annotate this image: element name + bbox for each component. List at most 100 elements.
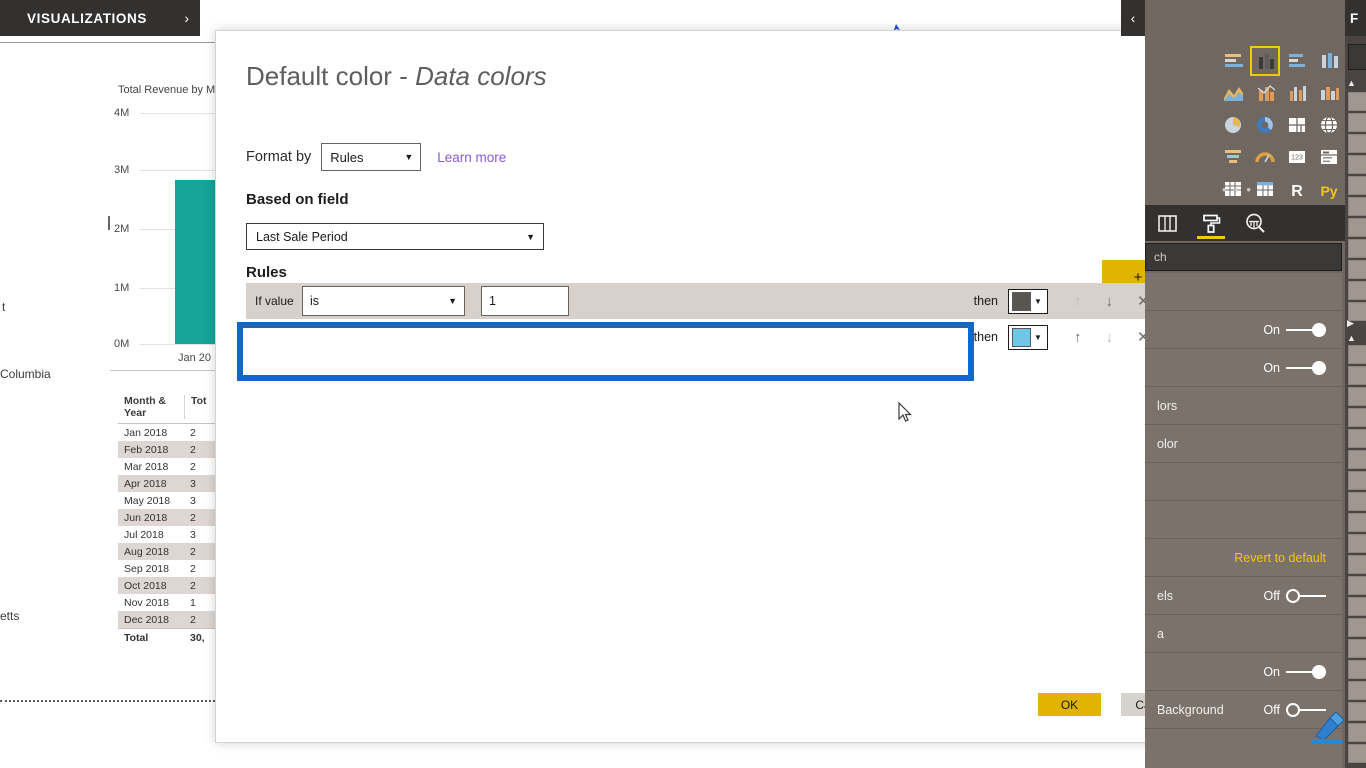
table-row[interactable]: Oct 20182 bbox=[118, 577, 228, 594]
map-icon[interactable] bbox=[1314, 110, 1344, 140]
table-row[interactable]: Jan 20182 bbox=[118, 424, 228, 441]
format-option-toggle[interactable]: Off bbox=[1264, 589, 1326, 603]
field-list-item[interactable] bbox=[1348, 387, 1366, 406]
tab-analytics[interactable] bbox=[1233, 205, 1277, 241]
field-list-item[interactable] bbox=[1348, 513, 1366, 532]
field-list-item[interactable] bbox=[1348, 408, 1366, 427]
table-row[interactable]: Jun 20182 bbox=[118, 509, 228, 526]
format-option-row[interactable]: a bbox=[1145, 615, 1342, 653]
field-list-item[interactable] bbox=[1348, 534, 1366, 553]
pie-chart-icon[interactable] bbox=[1218, 110, 1248, 140]
rule-operator-select[interactable]: is▼ bbox=[302, 286, 465, 316]
format-option-toggle[interactable]: On bbox=[1263, 323, 1326, 337]
field-list-item[interactable] bbox=[1348, 176, 1366, 195]
toggle-switch[interactable] bbox=[1286, 323, 1326, 337]
table-row[interactable]: Mar 20182 bbox=[118, 458, 228, 475]
toggle-switch[interactable] bbox=[1286, 665, 1326, 679]
rule-row[interactable]: If valueis▼then▼↑↓✕ bbox=[246, 283, 1192, 319]
clustered-column-chart-icon[interactable] bbox=[1314, 46, 1344, 76]
field-list-item[interactable] bbox=[1348, 660, 1366, 679]
based-on-field-select[interactable]: Last Sale Period ▼ bbox=[246, 223, 544, 250]
field-list-item[interactable] bbox=[1348, 155, 1366, 174]
stacked-bar-chart-icon[interactable] bbox=[1218, 46, 1248, 76]
rule-color-picker[interactable]: ▼ bbox=[1008, 325, 1048, 350]
table-row[interactable]: Feb 20182 bbox=[118, 441, 228, 458]
format-option-row[interactable]: On bbox=[1145, 311, 1342, 349]
bar-chart-visual[interactable]: Total Revenue by M 4M 3M 2M 1M 0M Jan 20 bbox=[110, 80, 228, 370]
move-rule-down-icon[interactable]: ↓ bbox=[1106, 293, 1114, 310]
more-visuals-icon[interactable]: • • • bbox=[1222, 182, 1253, 197]
field-list-item[interactable] bbox=[1348, 366, 1366, 385]
table-row[interactable]: Dec 20182 bbox=[118, 611, 228, 628]
field-list-item[interactable] bbox=[1348, 555, 1366, 574]
field-list-item[interactable] bbox=[1348, 345, 1366, 364]
field-list-item[interactable] bbox=[1348, 681, 1366, 700]
field-group-toggle-icon[interactable]: ▲ bbox=[1347, 333, 1356, 343]
field-list-item[interactable] bbox=[1348, 618, 1366, 637]
rule-color-picker[interactable]: ▼ bbox=[1008, 289, 1048, 314]
donut-chart-icon[interactable] bbox=[1250, 110, 1280, 140]
table-icon[interactable] bbox=[1250, 174, 1280, 204]
ribbon-chart-icon[interactable] bbox=[1314, 78, 1344, 108]
field-list-item[interactable] bbox=[1348, 92, 1366, 111]
table-row[interactable]: Sep 20182 bbox=[118, 560, 228, 577]
field-list-item[interactable] bbox=[1348, 492, 1366, 511]
learn-more-link[interactable]: Learn more bbox=[437, 150, 506, 165]
ok-button[interactable]: OK bbox=[1038, 693, 1101, 716]
treemap-icon[interactable] bbox=[1282, 110, 1312, 140]
field-list-item[interactable] bbox=[1348, 260, 1366, 279]
format-by-select[interactable]: Rules ▼ bbox=[321, 143, 421, 171]
card-icon[interactable]: 123 bbox=[1282, 142, 1312, 172]
rule-value-input[interactable] bbox=[481, 286, 569, 316]
multi-row-card-icon[interactable] bbox=[1314, 142, 1344, 172]
field-list-item[interactable] bbox=[1348, 471, 1366, 490]
format-option-row[interactable]: elsOff bbox=[1145, 577, 1342, 615]
field-list-item[interactable] bbox=[1348, 134, 1366, 153]
format-option-row[interactable]: On bbox=[1145, 653, 1342, 691]
stacked-area-chart-icon[interactable] bbox=[1218, 78, 1248, 108]
move-rule-up-icon[interactable]: ↑ bbox=[1074, 329, 1082, 346]
chevron-right-icon[interactable]: › bbox=[174, 10, 200, 26]
field-list-item[interactable] bbox=[1348, 218, 1366, 237]
field-list-item[interactable] bbox=[1348, 639, 1366, 658]
field-group-toggle-icon[interactable]: ▲ bbox=[1347, 78, 1356, 88]
data-table-visual[interactable]: Month & Year Tot Jan 20182Feb 20182Mar 2… bbox=[118, 392, 228, 646]
r-script-visual-icon[interactable]: R bbox=[1282, 174, 1312, 204]
funnel-chart-icon[interactable] bbox=[1218, 142, 1248, 172]
field-list-item[interactable] bbox=[1348, 597, 1366, 616]
format-option-row[interactable] bbox=[1145, 273, 1342, 311]
table-row[interactable]: Nov 20181 bbox=[118, 594, 228, 611]
field-list-item[interactable] bbox=[1348, 723, 1366, 742]
format-option-row[interactable]: On bbox=[1145, 349, 1342, 387]
field-list-item[interactable] bbox=[1348, 744, 1366, 763]
tab-fields[interactable] bbox=[1145, 205, 1189, 241]
field-list-item[interactable] bbox=[1348, 281, 1366, 300]
field-list-item[interactable] bbox=[1348, 576, 1366, 595]
collapse-panel-button[interactable]: ‹ bbox=[1121, 0, 1145, 36]
move-rule-down-icon[interactable]: ↓ bbox=[1106, 329, 1114, 346]
format-option-row[interactable] bbox=[1145, 501, 1342, 539]
move-rule-up-icon[interactable]: ↑ bbox=[1074, 293, 1082, 310]
tab-format[interactable] bbox=[1189, 205, 1233, 241]
table-row[interactable]: May 20183 bbox=[118, 492, 228, 509]
clustered-bar-chart-icon[interactable] bbox=[1282, 46, 1312, 76]
field-group-toggle-icon[interactable]: ▶ bbox=[1347, 318, 1354, 329]
format-option-row[interactable]: olor bbox=[1145, 425, 1342, 463]
format-option-toggle[interactable]: On bbox=[1263, 665, 1326, 679]
field-list-item[interactable] bbox=[1348, 113, 1366, 132]
field-list-item[interactable] bbox=[1348, 450, 1366, 469]
toggle-switch[interactable] bbox=[1286, 361, 1326, 375]
format-option-toggle[interactable]: On bbox=[1263, 361, 1326, 375]
line-column-chart-icon[interactable] bbox=[1250, 78, 1280, 108]
format-option-row[interactable] bbox=[1145, 463, 1342, 501]
format-search-input[interactable]: ch bbox=[1145, 243, 1342, 271]
table-row[interactable]: Apr 20183 bbox=[118, 475, 228, 492]
fields-search-input[interactable] bbox=[1348, 44, 1366, 70]
stacked-column-chart-icon[interactable] bbox=[1250, 46, 1280, 76]
line-clustered-column-icon[interactable] bbox=[1282, 78, 1312, 108]
field-list-item[interactable] bbox=[1348, 429, 1366, 448]
field-list-item[interactable] bbox=[1348, 702, 1366, 721]
format-option-row[interactable]: Revert to default bbox=[1145, 539, 1342, 577]
revert-to-default-link[interactable]: Revert to default bbox=[1234, 551, 1326, 565]
python-visual-icon[interactable]: Py bbox=[1314, 174, 1344, 204]
